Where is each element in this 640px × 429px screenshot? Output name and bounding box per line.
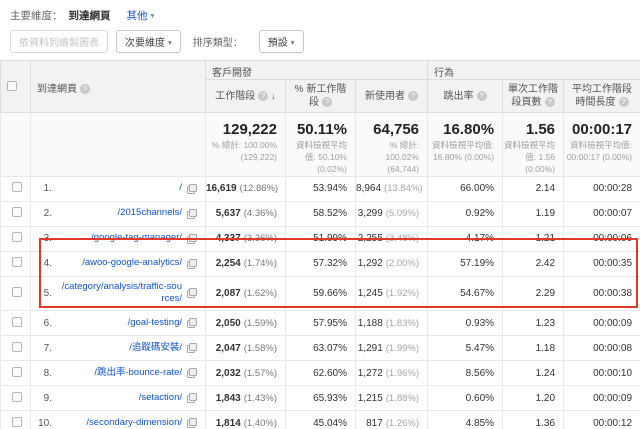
open-page-icon[interactable] — [184, 234, 197, 244]
row-checkbox[interactable] — [12, 417, 22, 427]
table-row: 8./跳出率-bounce-rate/ 2,032(1.57%) 62.60% … — [1, 361, 640, 386]
column-header-sessions[interactable]: 工作階段?↓ — [206, 80, 286, 113]
row-checkbox[interactable] — [12, 392, 22, 402]
column-header-pages-per-session[interactable]: 單次工作階段頁數? — [503, 80, 564, 113]
open-page-icon[interactable] — [184, 209, 197, 219]
column-header-bounce-rate[interactable]: 跳出率? — [428, 80, 503, 113]
row-checkbox[interactable] — [12, 182, 22, 192]
table-row: 10./secondary-dimension/ 1,814(1.40%) 45… — [1, 411, 640, 429]
summary-new-sessions-pct: 50.11%資料檢視平均值: 50.10% (0.02%) — [286, 113, 356, 177]
open-page-icon[interactable] — [184, 288, 197, 298]
primary-dimension-bar: 主要維度： 到達網頁 其他▾ — [0, 0, 640, 23]
group-header-behavior: 行為 — [428, 61, 640, 80]
row-number: 8. — [31, 368, 59, 379]
help-icon[interactable]: ? — [619, 97, 629, 107]
open-page-icon[interactable] — [184, 184, 197, 194]
table-row: 2./2015channels/ 5,637(4.36%) 58.52% 3,2… — [1, 201, 640, 226]
summary-pages-per-session: 1.56資料檢視平均值: 1.56 (0.00%) — [503, 113, 564, 177]
help-icon[interactable]: ? — [322, 97, 332, 107]
summary-sessions: 129,222% 總計: 100.00% (129,222) — [206, 113, 286, 177]
row-checkbox[interactable] — [12, 367, 22, 377]
open-page-icon[interactable] — [184, 343, 197, 353]
help-icon[interactable]: ? — [258, 91, 268, 101]
row-number: 10. — [31, 418, 59, 429]
help-icon[interactable]: ? — [408, 91, 418, 101]
row-checkbox[interactable] — [12, 287, 22, 297]
table-row-highlighted: 4./awoo-google-analytics/ 2,254(1.74%) 5… — [1, 251, 640, 276]
open-page-icon[interactable] — [184, 318, 197, 328]
page-link[interactable]: /追蹤碼安裝/ — [59, 342, 182, 355]
sort-type-label: 排序類型： — [193, 34, 243, 49]
summary-new-users: 64,756% 總計: 100.02% (64,744) — [356, 113, 428, 177]
primary-dimension-label: 主要維度： — [10, 10, 63, 22]
help-icon[interactable]: ? — [477, 91, 487, 101]
sort-desc-icon: ↓ — [271, 91, 276, 101]
help-icon[interactable]: ? — [545, 97, 555, 107]
group-header-acquisition: 客戶開發 — [206, 61, 428, 80]
group-header-row: 到達網頁? 客戶開發 行為 — [1, 61, 640, 80]
page-link[interactable]: /2015channels/ — [59, 207, 182, 220]
table-row: 9./setaction/ 1,843(1.43%) 65.93% 1,215(… — [1, 386, 640, 411]
summary-avg-duration: 00:00:17資料檢視平均值: 00:00:17 (0.00%) — [564, 113, 640, 177]
row-checkbox[interactable] — [12, 317, 22, 327]
row-checkbox[interactable] — [12, 257, 22, 267]
open-page-icon[interactable] — [184, 418, 197, 428]
plot-rows-button[interactable]: 依資料列繪製圖表 — [10, 30, 108, 53]
chevron-down-icon: ▾ — [151, 11, 155, 20]
row-checkbox[interactable] — [12, 342, 22, 352]
table-row: 3./google-tag-manager/ 4,337(3.36%) 51.9… — [1, 226, 640, 251]
other-dimension-dropdown[interactable]: 其他▾ — [127, 10, 155, 22]
sort-type-button[interactable]: 預設▾ — [259, 30, 304, 53]
row-number: 4. — [31, 258, 59, 269]
page-link[interactable]: /secondary-dimension/ — [59, 417, 182, 429]
landing-pages-table: 到達網頁? 客戶開發 行為 工作階段?↓ % 新工作階段? 新使用者? 跳出率?… — [0, 60, 640, 429]
page-link[interactable]: /goal-testing/ — [59, 317, 182, 330]
row-number: 6. — [31, 318, 59, 329]
primary-dimension-value: 到達網頁 — [69, 10, 111, 22]
summary-bounce-rate: 16.80%資料檢視平均值: 16.80% (0.00%) — [428, 113, 503, 177]
column-header-avg-duration[interactable]: 平均工作階段時間長度? — [564, 80, 640, 113]
page-link[interactable]: /setaction/ — [59, 392, 182, 405]
open-page-icon[interactable] — [184, 259, 197, 269]
page-link[interactable]: /awoo-google-analytics/ — [59, 257, 182, 270]
row-number: 2. — [31, 208, 59, 219]
analytics-report: 主要維度： 到達網頁 其他▾ 依資料列繪製圖表 次要維度▾ 排序類型： 預設▾ 到達… — [0, 0, 640, 429]
help-icon[interactable]: ? — [80, 84, 90, 94]
table-row: 1./ 16,619(12.86%) 53.94% 8,964(13.84%) … — [1, 176, 640, 201]
summary-row: 129,222% 總計: 100.00% (129,222) 50.11%資料檢… — [1, 113, 640, 177]
table-row: 6./goal-testing/ 2,050(1.59%) 57.95% 1,1… — [1, 311, 640, 336]
select-all-cell — [1, 61, 31, 113]
row-number: 7. — [31, 343, 59, 354]
page-link[interactable]: / — [59, 182, 182, 195]
select-all-checkbox[interactable] — [7, 81, 17, 91]
chevron-down-icon: ▾ — [168, 38, 172, 47]
chevron-down-icon: ▾ — [291, 38, 295, 47]
row-number: 3. — [31, 233, 59, 244]
table-row-highlighted: 5./category/analysis/traffic-sources/ 2,… — [1, 276, 640, 311]
column-header-new-users[interactable]: 新使用者? — [356, 80, 428, 113]
row-checkbox[interactable] — [12, 232, 22, 242]
open-page-icon[interactable] — [184, 368, 197, 378]
row-number: 1. — [31, 183, 59, 194]
row-number: 5. — [31, 288, 59, 299]
row-checkbox[interactable] — [12, 207, 22, 217]
secondary-dimension-button[interactable]: 次要維度▾ — [116, 30, 181, 53]
table-row: 7./追蹤碼安裝/ 2,047(1.58%) 63.07% 1,291(1.99… — [1, 336, 640, 361]
column-header-new-sessions-pct[interactable]: % 新工作階段? — [286, 80, 356, 113]
page-link[interactable]: /跳出率-bounce-rate/ — [59, 367, 182, 380]
page-link[interactable]: /google-tag-manager/ — [59, 232, 182, 245]
open-page-icon[interactable] — [184, 393, 197, 403]
table-toolbar: 依資料列繪製圖表 次要維度▾ 排序類型： 預設▾ — [0, 23, 640, 60]
page-link[interactable]: /category/analysis/traffic-sources/ — [59, 281, 182, 307]
row-number: 9. — [31, 393, 59, 404]
column-header-landing-page[interactable]: 到達網頁? — [31, 61, 206, 113]
